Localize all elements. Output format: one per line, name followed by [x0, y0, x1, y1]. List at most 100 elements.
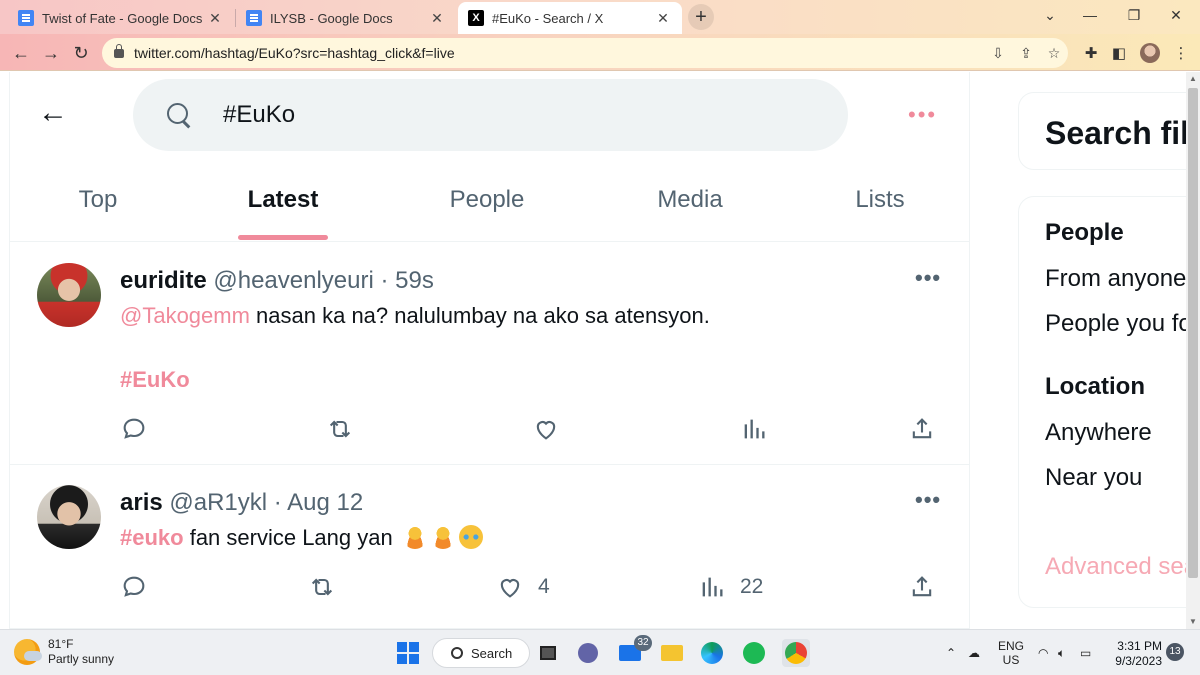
search-input[interactable] [223, 101, 723, 129]
share-icon[interactable] [908, 570, 936, 604]
scroll-up-icon[interactable]: ▲ [1186, 72, 1200, 86]
x-logo-icon: X [468, 10, 484, 26]
active-tab-indicator [238, 235, 328, 240]
back-arrow-icon[interactable]: ← [38, 98, 70, 130]
search-icon [165, 101, 193, 129]
avatar[interactable] [37, 263, 101, 327]
retweet-icon[interactable] [308, 570, 336, 604]
restore-button[interactable]: ❐ [1114, 0, 1154, 30]
bookmark-star-icon[interactable]: ☆ [1040, 39, 1068, 67]
taskbar-search[interactable]: Search [432, 638, 530, 668]
like-button[interactable]: 4 [496, 570, 550, 604]
install-app-icon[interactable]: ⇩ [984, 39, 1012, 67]
retweet-icon[interactable] [326, 412, 354, 446]
separator: · [267, 489, 288, 516]
reload-icon[interactable]: ↻ [68, 40, 94, 66]
browser-tab-twist-of-fate[interactable]: Twist of Fate - Google Docs ✕ [8, 2, 234, 34]
tab-people[interactable]: People [432, 186, 542, 214]
tweet-body: fan service Lang yan [183, 525, 393, 550]
tab-latest[interactable]: Latest [233, 186, 333, 214]
tab-search-chevron-icon[interactable]: ⌄ [1030, 0, 1070, 30]
filter-from-anyone[interactable]: From anyone [1045, 265, 1186, 293]
task-view-button[interactable] [534, 639, 562, 667]
tweet-more-icon[interactable]: ••• [915, 265, 941, 291]
volume-icon[interactable]: 🔈︎ [1058, 630, 1065, 675]
like-heart-icon[interactable] [532, 412, 560, 446]
new-tab-button[interactable]: + [688, 4, 714, 30]
chrome-button[interactable] [782, 639, 810, 667]
tweet-more-icon[interactable]: ••• [915, 487, 941, 513]
onedrive-cloud-icon[interactable]: ☁ [968, 630, 980, 675]
timestamp[interactable]: 59s [395, 267, 434, 294]
show-hidden-icons[interactable]: ⌃ [946, 630, 956, 675]
chrome-menu-icon[interactable]: ⋮ [1168, 40, 1194, 66]
avatar[interactable] [37, 485, 101, 549]
side-panel-icon[interactable]: ◧ [1106, 40, 1132, 66]
temperature: 81°F [48, 637, 74, 651]
share-icon[interactable]: ⇪ [1012, 39, 1040, 67]
wifi-icon[interactable]: ◠ [1038, 630, 1048, 675]
hashtag-link[interactable]: #euko [120, 525, 184, 550]
close-tab-icon[interactable]: ✕ [654, 10, 672, 27]
view-count: 22 [740, 575, 764, 598]
filter-anywhere[interactable]: Anywhere [1045, 419, 1152, 447]
edge-button[interactable] [698, 639, 726, 667]
tweet[interactable]: euridite @heavenlyeuri · 59s ••• @Takoge… [10, 243, 970, 465]
forward-arrow-icon[interactable]: → [38, 40, 64, 66]
scroll-down-icon[interactable]: ▼ [1186, 615, 1200, 629]
advanced-search-link[interactable]: Advanced search [1045, 553, 1200, 581]
tweet[interactable]: aris @aR1ykl · Aug 12 ••• #euko fan serv… [10, 465, 970, 629]
file-explorer-button[interactable] [658, 639, 686, 667]
minimize-button[interactable]: — [1070, 0, 1110, 30]
tab-lists[interactable]: Lists [840, 186, 920, 214]
weather-widget[interactable]: 81°F Partly sunny [14, 637, 114, 667]
system-clock[interactable]: 3:31 PM 9/3/2023 [1108, 639, 1162, 669]
separator: · [373, 267, 396, 294]
people-heading: People [1045, 219, 1124, 246]
views-button[interactable]: 22 [698, 570, 763, 604]
address-bar[interactable]: twitter.com/hashtag/EuKo?src=hashtag_cli… [102, 38, 1068, 68]
timestamp[interactable]: Aug 12 [287, 489, 363, 516]
search-tabs: Top Latest People Media Lists [10, 172, 970, 242]
browser-tab-euko-search[interactable]: X #EuKo - Search / X ✕ [458, 2, 682, 34]
tab-title: #EuKo - Search / X [492, 10, 604, 26]
search-filters-title: Search filters [1045, 115, 1200, 151]
weather-condition: Partly sunny [48, 652, 115, 666]
display-name[interactable]: euridite [120, 267, 207, 294]
language-indicator[interactable]: ENG US [998, 630, 1024, 675]
scrollbar-thumb[interactable] [1188, 88, 1198, 578]
views-chart-icon[interactable] [740, 412, 768, 446]
back-arrow-icon[interactable]: ← [8, 40, 34, 66]
filter-people-you-follow[interactable]: People you follow [1045, 310, 1200, 338]
browser-tab-ilysb[interactable]: ILYSB - Google Docs ✕ [236, 2, 456, 34]
user-handle[interactable]: @aR1ykl [169, 489, 267, 516]
tab-top[interactable]: Top [58, 186, 138, 214]
url-text[interactable]: twitter.com/hashtag/EuKo?src=hashtag_cli… [134, 45, 984, 61]
reply-icon[interactable] [120, 412, 148, 446]
close-tab-icon[interactable]: ✕ [206, 10, 224, 27]
filter-near-you[interactable]: Near you [1045, 464, 1142, 492]
battery-icon[interactable]: ▭ [1080, 630, 1091, 675]
views-chart-icon [702, 577, 723, 597]
start-button[interactable] [394, 639, 422, 667]
hashtag-link[interactable]: #EuKo [120, 367, 190, 392]
close-window-button[interactable]: ✕ [1156, 0, 1196, 30]
close-tab-icon[interactable]: ✕ [428, 10, 446, 27]
notification-badge[interactable]: 13 [1166, 643, 1184, 661]
search-bar[interactable] [133, 79, 848, 151]
tab-media[interactable]: Media [640, 186, 740, 214]
user-handle[interactable]: @heavenlyeuri [213, 267, 373, 294]
spotify-button[interactable] [740, 639, 768, 667]
more-options-icon[interactable]: ••• [908, 102, 937, 128]
share-icon[interactable] [908, 412, 936, 446]
teams-chat-button[interactable] [574, 639, 602, 667]
profile-avatar[interactable] [1140, 43, 1160, 63]
extensions-puzzle-icon[interactable]: ✚ [1078, 40, 1104, 66]
reply-icon[interactable] [120, 570, 148, 604]
page-scrollbar[interactable]: ▲ ▼ [1186, 72, 1200, 629]
search-filters-card: Search filters [1018, 92, 1200, 170]
display-name[interactable]: aris [120, 489, 163, 516]
right-sidebar: Search filters People From anyone People… [970, 72, 1200, 629]
mention-link[interactable]: @Takogemm [120, 303, 250, 328]
mail-button[interactable]: 32 [616, 635, 652, 667]
